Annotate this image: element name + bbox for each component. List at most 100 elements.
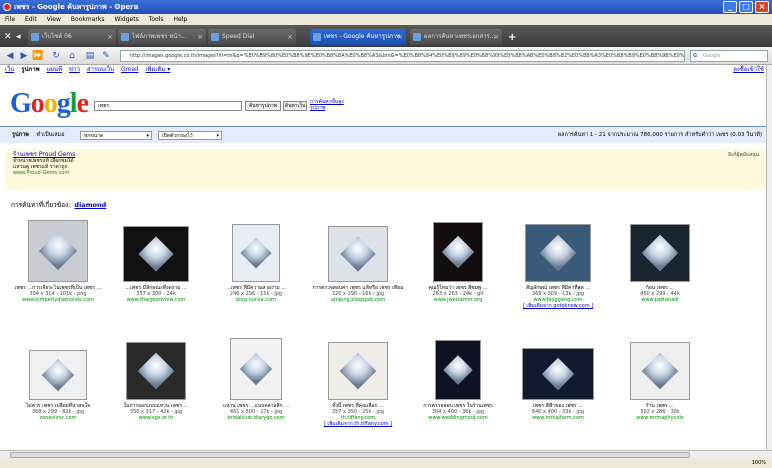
- diamond-thumbnail[interactable]: [435, 340, 481, 400]
- google-icon: [313, 33, 321, 41]
- image-source-link[interactable]: bridalclub.diarygo.com: [208, 415, 304, 421]
- diamond-icon: [138, 236, 174, 272]
- nav-gmail[interactable]: Gmail: [121, 65, 139, 75]
- search-web-button[interactable]: ค้นหาเว็บ: [283, 101, 307, 111]
- diamond-icon: [441, 235, 475, 269]
- tab-4[interactable]: ผลการค้นหาเพชรเอกสาร... ×: [410, 29, 502, 45]
- nav-directory[interactable]: สารบบเว็บ: [87, 65, 114, 75]
- query-input[interactable]: เพชร: [94, 101, 242, 111]
- options-label: รูปภาพ: [12, 132, 29, 138]
- edit-icon[interactable]: ✎: [100, 50, 112, 62]
- diamond-thumbnail[interactable]: [630, 224, 690, 282]
- maximize-button[interactable]: □: [739, 1, 753, 13]
- more-from-link[interactable]: [ เพิ่มเติมจาก gotoknow.com ]: [510, 303, 606, 309]
- tab-1[interactable]: ไฟล์ภาพเพชร หน้า... ×: [118, 29, 206, 45]
- search-images-button[interactable]: ค้นหารูปภาพ: [245, 101, 281, 111]
- nav-more[interactable]: เพิ่มเติม ▾: [145, 65, 170, 75]
- tab-0[interactable]: เว็บไซต์ 06 ×: [28, 29, 116, 45]
- zoom-level[interactable]: 100%: [752, 458, 766, 468]
- opera-icon: [3, 3, 11, 11]
- safesearch-select[interactable]: เปิดตัวกรองไว้: [158, 131, 222, 140]
- nav-images: รูปภาพ: [21, 66, 40, 73]
- menu-tools[interactable]: Tools: [149, 14, 164, 25]
- close-tab-icon[interactable]: ✕: [4, 32, 12, 42]
- image-source-link[interactable]: www.mthaifarm.com: [510, 415, 606, 421]
- google-logo[interactable]: Google: [10, 88, 89, 120]
- diamond-thumbnail[interactable]: [123, 226, 189, 282]
- ad-url[interactable]: www.Proud-Gems.com: [13, 170, 759, 176]
- image-source-link[interactable]: www.pattanadi: [612, 297, 708, 303]
- diamond-icon: [339, 352, 377, 390]
- tab-close-icon[interactable]: ×: [197, 29, 203, 45]
- image-source-link[interactable]: www.kimberlydiamonds.com: [10, 297, 106, 303]
- diamond-thumbnail[interactable]: [126, 342, 186, 400]
- image-source-link[interactable]: www.sgs.or.th: [108, 415, 204, 421]
- menu-bar: File Edit View Bookmarks Widgets Tools H…: [0, 14, 772, 25]
- size-select[interactable]: ทุกขนาด: [80, 131, 152, 140]
- diamond-thumbnail[interactable]: [328, 342, 388, 400]
- diamond-thumbnail[interactable]: [522, 348, 594, 400]
- diamond-thumbnail[interactable]: [230, 338, 282, 400]
- diamond-thumbnail[interactable]: [28, 220, 88, 282]
- back-icon[interactable]: ◀: [4, 50, 16, 62]
- tab-close-icon[interactable]: ×: [493, 29, 499, 45]
- diamond-thumbnail[interactable]: [525, 224, 591, 282]
- menu-widgets[interactable]: Widgets: [114, 14, 138, 25]
- menu-bookmarks[interactable]: Bookmarks: [71, 14, 105, 25]
- menu-view[interactable]: View: [47, 14, 61, 25]
- image-result: แหวน เพชร ...แบบคลาสสิก ... 461 x 500 - 2…: [208, 338, 304, 421]
- tab-3[interactable]: เพชร - Google ค้นหารูปภาพ ×: [310, 29, 406, 45]
- forward-icon[interactable]: ▶: [18, 50, 30, 62]
- page-icon: [413, 33, 421, 41]
- nav-maps[interactable]: แผนที่: [47, 65, 62, 75]
- diamond-thumbnail[interactable]: [433, 222, 483, 282]
- url-input[interactable]: http://images.google.co.th/images?hl=th&…: [120, 50, 685, 62]
- tab-2[interactable]: Speed Dial ×: [208, 29, 296, 45]
- sign-in-link[interactable]: ลงชื่อเข้าใช้: [733, 65, 764, 75]
- reload-icon[interactable]: ↻: [50, 50, 62, 62]
- nav-web[interactable]: เว็บ: [5, 65, 14, 75]
- page-icon: [31, 33, 39, 41]
- diamond-icon: [239, 352, 273, 386]
- image-source-link[interactable]: www.jwelzamm.org: [410, 297, 506, 303]
- diamond-icon: [240, 237, 272, 269]
- diamond-thumbnail[interactable]: [29, 350, 87, 400]
- vertical-scrollbar[interactable]: [766, 65, 772, 450]
- diamond-icon: [641, 234, 679, 272]
- panel-icon[interactable]: ▤: [84, 50, 96, 62]
- fast-forward-icon[interactable]: ⏩: [32, 50, 44, 62]
- home-icon[interactable]: ⌂: [66, 50, 78, 62]
- tab-close-icon[interactable]: ×: [287, 29, 293, 45]
- back-arrow-icon[interactable]: ◂: [16, 32, 21, 42]
- new-tab-icon[interactable]: +: [508, 32, 516, 43]
- image-result: คุณรู้ไหมว่า เพชร สีชมพู ... 263 x 263 - …: [410, 220, 506, 303]
- related-term-link[interactable]: diamond: [74, 201, 106, 209]
- horizontal-scrollbar[interactable]: [0, 450, 772, 458]
- image-source-link[interactable]: blog.nunsa.com: [208, 297, 304, 303]
- menu-file[interactable]: File: [5, 14, 15, 25]
- image-result: สัญลักษณ์ เพชร ที่มีค่าที่สุด ... 368 x 3…: [510, 220, 606, 309]
- diamond-thumbnail[interactable]: [630, 342, 690, 400]
- image-source-link[interactable]: www.mrmaphycolo: [612, 415, 708, 421]
- image-source-link[interactable]: amjung.blogspot.com: [310, 297, 406, 303]
- image-source-link[interactable]: www.weddingmind.com: [410, 415, 506, 421]
- filter-label: ทำเป็นเสมอ: [36, 132, 65, 138]
- diamond-icon: [340, 236, 376, 272]
- nav-news[interactable]: ข่าว: [69, 65, 80, 75]
- tab-close-icon[interactable]: ×: [107, 29, 113, 45]
- search-input[interactable]: G Google: [690, 50, 768, 62]
- image-source-link[interactable]: www.thaigoodview.com: [108, 297, 204, 303]
- minimize-button[interactable]: _: [723, 1, 737, 13]
- google-search-icon: G: [693, 53, 698, 59]
- diamond-thumbnail[interactable]: [232, 224, 280, 282]
- diamond-icon: [38, 231, 78, 271]
- tab-close-icon[interactable]: ×: [397, 29, 403, 45]
- diamond-thumbnail[interactable]: [328, 226, 388, 282]
- menu-help[interactable]: Help: [174, 14, 188, 25]
- menu-edit[interactable]: Edit: [25, 14, 37, 25]
- image-source-link[interactable]: zoneclinic.com: [10, 415, 106, 421]
- close-button[interactable]: ×: [755, 1, 769, 13]
- advanced-search-link[interactable]: การค้นหาขั้นสูง รูปภาพ: [310, 99, 350, 111]
- result-stats: ผลการค้นหา 1 - 21 จากประมาณ 786,000 รายก…: [557, 132, 762, 138]
- more-from-link[interactable]: [ เพิ่มเติมจาก th.tiffany.com ]: [310, 421, 406, 427]
